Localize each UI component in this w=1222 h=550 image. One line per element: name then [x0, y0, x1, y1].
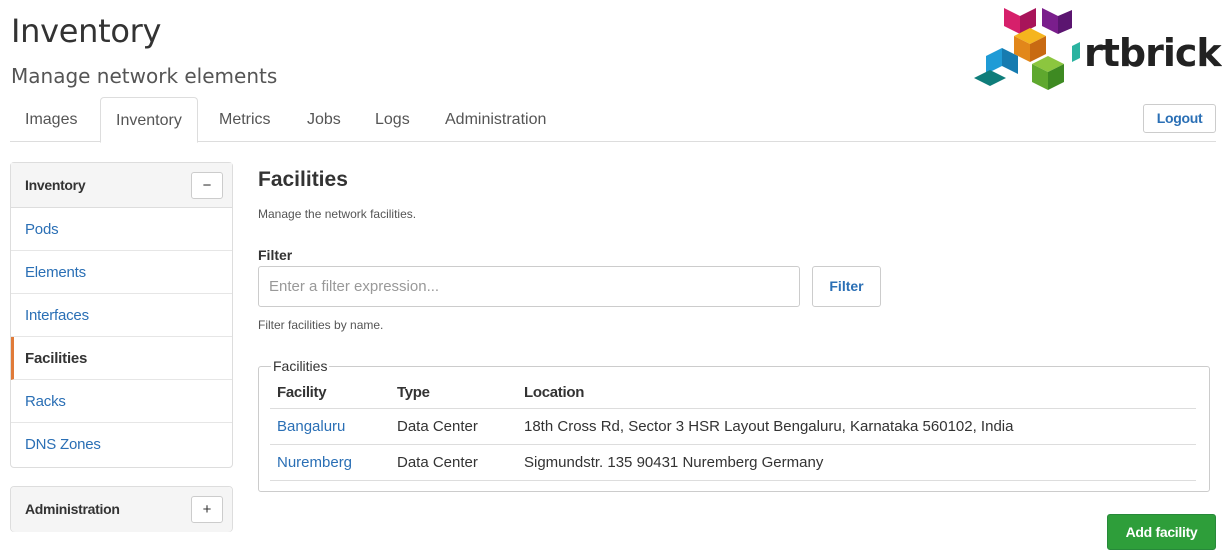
sidebar-panel-title: Administration [25, 501, 120, 517]
main-nav: Images Inventory Metrics Jobs Logs Admin… [10, 97, 1216, 143]
app-subtitle: Manage network elements [11, 64, 278, 88]
facility-location: 18th Cross Rd, Sector 3 HSR Layout Benga… [517, 408, 1196, 445]
sidebar-panel-heading: Inventory − [11, 163, 232, 208]
tab-metrics[interactable]: Metrics [204, 97, 286, 142]
facilities-table: Facility Type Location Bangaluru Data Ce… [270, 378, 1196, 481]
table-header-row: Facility Type Location [270, 378, 1196, 409]
facilities-legend: Facilities [271, 358, 330, 374]
filter-label: Filter [258, 247, 293, 263]
sidebar-panel-heading: Administration + [11, 487, 232, 532]
collapse-button[interactable]: − [191, 172, 223, 199]
table-row: Nuremberg Data Center Sigmundstr. 135 90… [270, 444, 1196, 481]
sidebar-panel-administration: Administration + [10, 486, 233, 532]
facility-type: Data Center [390, 408, 517, 445]
filter-input[interactable] [258, 266, 800, 307]
sidebar-item-facilities[interactable]: Facilities [11, 337, 232, 380]
sidebar-panel-inventory: Inventory − Pods Elements Interfaces Fac… [10, 162, 233, 468]
sidebar-panel-title: Inventory [25, 177, 86, 193]
sidebar-item-dns-zones[interactable]: DNS Zones [11, 423, 232, 466]
filter-button[interactable]: Filter [812, 266, 881, 307]
tab-inventory[interactable]: Inventory [100, 97, 198, 143]
facility-location: Sigmundstr. 135 90431 Nuremberg Germany [517, 444, 1196, 481]
app-title: Inventory [11, 12, 162, 50]
facility-link[interactable]: Bangaluru [270, 408, 390, 445]
minus-icon: − [202, 177, 212, 194]
table-row: Bangaluru Data Center 18th Cross Rd, Sec… [270, 408, 1196, 445]
tab-administration[interactable]: Administration [430, 97, 561, 142]
filter-help-text: Filter facilities by name. [258, 318, 384, 332]
column-header-location: Location [517, 378, 1196, 409]
facilities-fieldset: Facilities Facility Type Location Bangal… [258, 358, 1210, 492]
sidebar-item-racks[interactable]: Racks [11, 380, 232, 423]
facility-link[interactable]: Nuremberg [270, 444, 390, 481]
page-title: Facilities [258, 168, 348, 191]
column-header-type: Type [390, 378, 517, 409]
sidebar-item-interfaces[interactable]: Interfaces [11, 294, 232, 337]
sidebar-item-pods[interactable]: Pods [11, 208, 232, 251]
sidebar-item-elements[interactable]: Elements [11, 251, 232, 294]
tab-images[interactable]: Images [10, 97, 92, 142]
plus-icon: + [202, 501, 212, 518]
logo-text: rtbrick [1084, 31, 1222, 75]
facility-type: Data Center [390, 444, 517, 481]
logout-button[interactable]: Logout [1143, 104, 1216, 133]
page-description: Manage the network facilities. [258, 207, 417, 221]
tab-logs[interactable]: Logs [360, 97, 425, 142]
tab-jobs[interactable]: Jobs [292, 97, 356, 142]
expand-button[interactable]: + [191, 496, 223, 523]
column-header-facility: Facility [270, 378, 390, 409]
